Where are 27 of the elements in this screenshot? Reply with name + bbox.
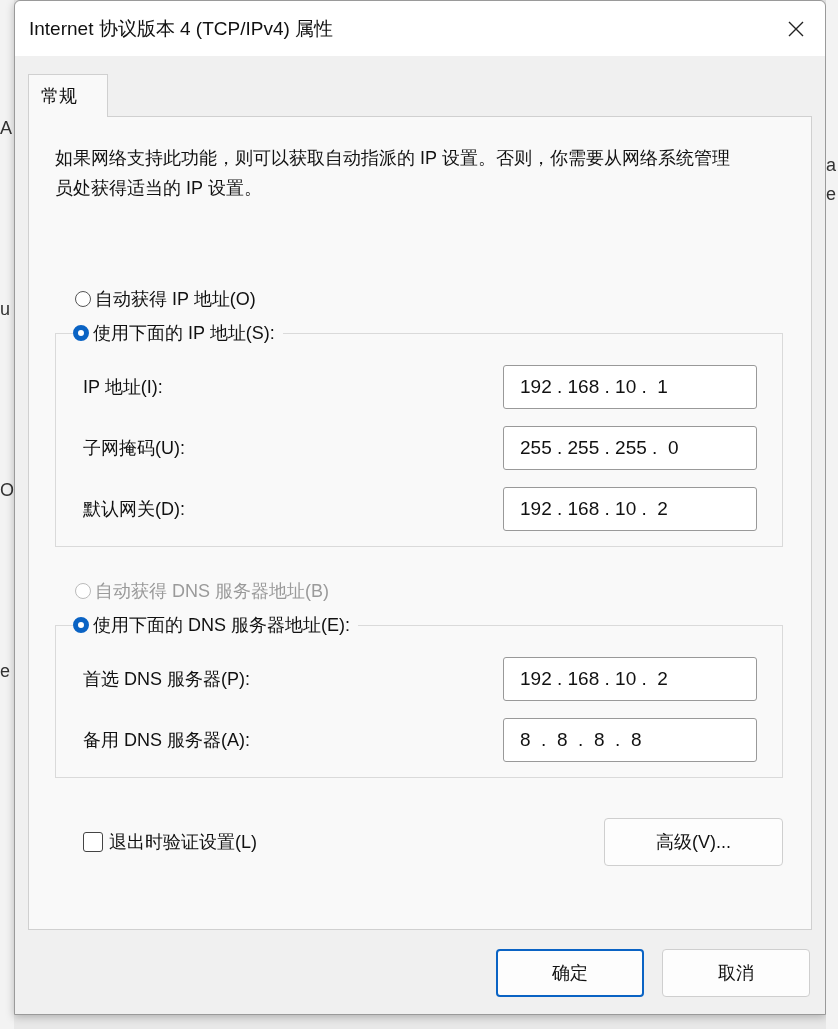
description-text: 如果网络支持此功能，则可以获取自动指派的 IP 设置。否则，你需要从网络系统管理员处获得适当的 IP 设置。: [55, 147, 731, 200]
background-text: e: [0, 661, 11, 682]
field-label: 子网掩码(U):: [83, 437, 185, 460]
ip-address-field[interactable]: 192 . 168 . 10 . 2: [503, 657, 757, 701]
ip-address-field[interactable]: 192 . 168 . 10 . 1: [503, 365, 757, 409]
ip-address-field[interactable]: 192 . 168 . 10 . 2: [503, 487, 757, 531]
ip-address-field[interactable]: 255 . 255 . 255 . 0: [503, 426, 757, 470]
ok-button[interactable]: 确定: [496, 949, 644, 997]
tab[interactable]: 常规: [28, 74, 108, 117]
cancel-button[interactable]: 取消: [662, 949, 810, 997]
radio-option[interactable]: 使用下面的 DNS 服务器地址(E):: [73, 613, 350, 637]
background-text: u: [0, 299, 11, 320]
close-icon[interactable]: [787, 19, 805, 38]
radio-option[interactable]: 使用下面的 IP 地址(S):: [73, 321, 275, 345]
radio-option[interactable]: 自动获得 IP 地址(O): [75, 287, 256, 311]
field-label: 首选 DNS 服务器(P):: [83, 668, 250, 691]
background-text: a: [826, 155, 837, 176]
ip-address-field[interactable]: 8 . 8 . 8 . 8: [503, 718, 757, 762]
field-label: 备用 DNS 服务器(A):: [83, 729, 250, 752]
field-label: 默认网关(D):: [83, 498, 185, 521]
window-title: Internet 协议版本 4 (TCP/IPv4) 属性: [29, 16, 334, 41]
background-text: e: [826, 184, 837, 205]
field-label: IP 地址(I):: [83, 376, 163, 399]
checkbox-option[interactable]: 退出时验证设置(L): [83, 830, 257, 854]
background-text: A: [0, 118, 13, 139]
advanced-button[interactable]: 高级(V)...: [604, 818, 783, 866]
background-text: O: [0, 480, 14, 501]
